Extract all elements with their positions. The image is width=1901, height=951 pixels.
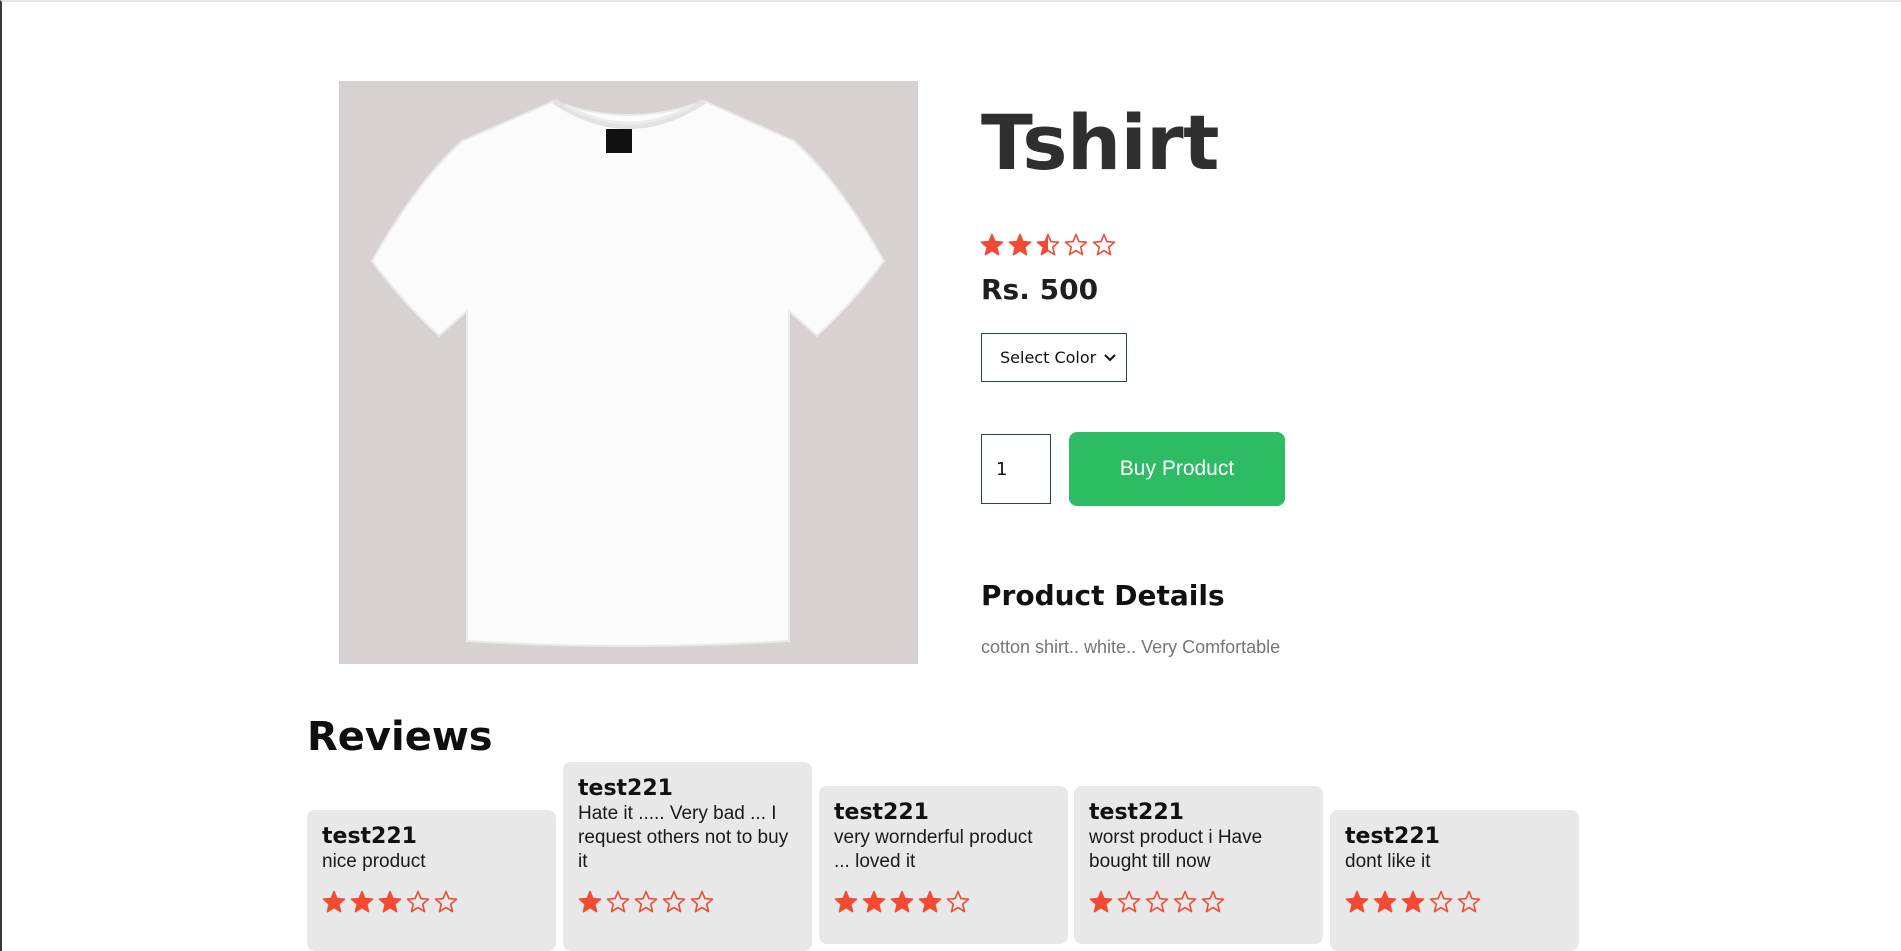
review-text: very wornderful product ... loved it bbox=[834, 827, 1033, 872]
star-filled-icon bbox=[578, 890, 602, 913]
star-empty-icon bbox=[1092, 233, 1116, 256]
star-filled-icon bbox=[918, 890, 942, 913]
chevron-down-icon bbox=[1104, 353, 1116, 361]
star-filled-icon bbox=[1089, 890, 1113, 913]
star-filled-icon bbox=[350, 890, 374, 913]
star-empty-icon bbox=[946, 890, 970, 913]
review-text: worst product i Have bought till now bbox=[1089, 827, 1263, 872]
review-user: test221 bbox=[834, 800, 929, 825]
color-select[interactable]: Select Color bbox=[981, 333, 1127, 382]
star-empty-icon bbox=[406, 890, 430, 913]
star-empty-icon bbox=[1064, 233, 1088, 256]
review-card: test221 nice product bbox=[307, 810, 556, 951]
product-image bbox=[339, 81, 918, 664]
review-text: Hate it ..... Very bad ... I request oth… bbox=[578, 803, 789, 872]
star-empty-icon bbox=[1173, 890, 1197, 913]
review-rating bbox=[1345, 890, 1481, 914]
review-text: dont like it bbox=[1345, 851, 1431, 872]
tshirt-image-icon bbox=[370, 98, 886, 647]
product-details-text: cotton shirt.. white.. Very Comfortable bbox=[981, 637, 1281, 657]
star-filled-icon bbox=[1373, 890, 1397, 913]
review-user: test221 bbox=[322, 824, 417, 849]
review-card: test221 Hate it ..... Very bad ... I req… bbox=[563, 762, 812, 951]
star-filled-icon bbox=[1345, 890, 1369, 913]
star-filled-icon bbox=[980, 233, 1004, 256]
review-card: test221 very wornderful product ... love… bbox=[819, 786, 1068, 944]
star-empty-icon bbox=[662, 890, 686, 913]
review-user: test221 bbox=[578, 776, 673, 801]
star-empty-icon bbox=[690, 890, 714, 913]
reviews-heading: Reviews bbox=[307, 714, 493, 760]
star-filled-icon bbox=[1401, 890, 1425, 913]
buy-product-button[interactable]: Buy Product bbox=[1069, 432, 1285, 506]
star-half-icon bbox=[1036, 233, 1060, 256]
star-empty-icon bbox=[1145, 890, 1169, 913]
review-text: nice product bbox=[322, 851, 426, 872]
review-rating bbox=[1089, 890, 1225, 914]
quantity-input[interactable] bbox=[981, 434, 1051, 504]
star-empty-icon bbox=[1429, 890, 1453, 913]
product-rating bbox=[980, 233, 1116, 257]
review-rating bbox=[834, 890, 970, 914]
star-filled-icon bbox=[322, 890, 346, 913]
product-details-heading: Product Details bbox=[981, 579, 1225, 612]
star-filled-icon bbox=[378, 890, 402, 913]
star-filled-icon bbox=[834, 890, 858, 913]
star-empty-icon bbox=[1457, 890, 1481, 913]
star-empty-icon bbox=[634, 890, 658, 913]
review-rating bbox=[578, 890, 714, 914]
product-price: Rs. 500 bbox=[981, 273, 1099, 306]
star-filled-icon bbox=[1008, 233, 1032, 256]
star-filled-icon bbox=[890, 890, 914, 913]
review-user: test221 bbox=[1089, 800, 1184, 825]
star-empty-icon bbox=[606, 890, 630, 913]
color-select-label: Select Color bbox=[1000, 348, 1097, 367]
review-card: test221 worst product i Have bought till… bbox=[1074, 786, 1323, 944]
review-card: test221 dont like it bbox=[1330, 810, 1579, 951]
review-rating bbox=[322, 890, 458, 914]
star-empty-icon bbox=[1201, 890, 1225, 913]
review-user: test221 bbox=[1345, 824, 1440, 849]
star-filled-icon bbox=[862, 890, 886, 913]
star-empty-icon bbox=[434, 890, 458, 913]
star-empty-icon bbox=[1117, 890, 1141, 913]
product-title: Tshirt bbox=[981, 98, 1219, 187]
